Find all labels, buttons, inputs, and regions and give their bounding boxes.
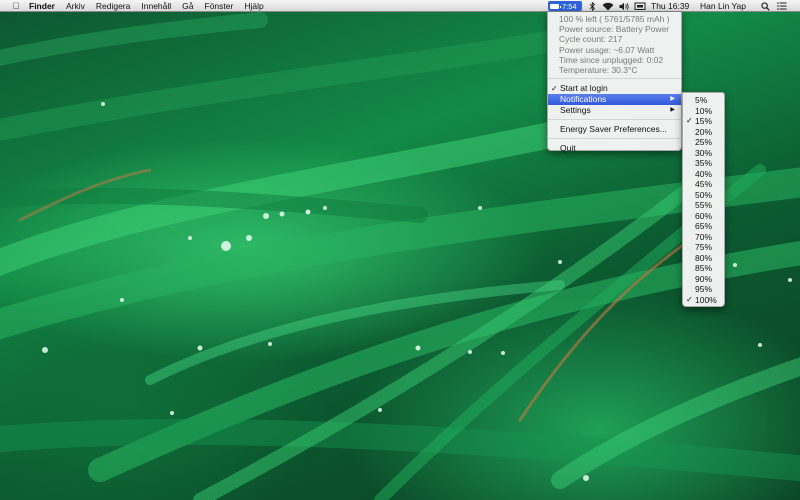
menu-ga[interactable]: Gå — [177, 0, 199, 12]
energy-saver-label: Energy Saver Preferences... — [560, 124, 667, 135]
submenu-item-30pct[interactable]: 30% — [683, 148, 724, 159]
submenu-item-label: 75% — [695, 242, 713, 252]
info-charge-left: 100 % left ( 5761/5785 mAh ) — [559, 14, 670, 24]
submenu-item-50pct[interactable]: 50% — [683, 190, 724, 201]
submenu-item-55pct[interactable]: 55% — [683, 200, 724, 211]
start-at-login-label: Start at login — [560, 83, 608, 94]
submenu-item-5pct[interactable]: 5% — [683, 95, 724, 106]
display-icon[interactable] — [633, 0, 647, 12]
submenu-item-label: 65% — [695, 221, 713, 231]
menu-bar:  Finder Arkiv Redigera Innehåll Gå Föns… — [0, 0, 800, 12]
submenu-item-25pct[interactable]: 25% — [683, 137, 724, 148]
battery-info-block: 100 % left ( 5761/5785 mAh ) Power sourc… — [548, 12, 681, 75]
submenu-item-label: 20% — [695, 126, 713, 137]
menu-innehall[interactable]: Innehåll — [136, 0, 177, 12]
submenu-item-label: 35% — [695, 158, 713, 168]
user-name[interactable]: Han Lin Yap — [700, 0, 746, 12]
submenu-item-label: 100% — [695, 294, 717, 305]
checkmark-icon: ✓ — [551, 84, 558, 94]
submenu-item-65pct[interactable]: 65% — [683, 221, 724, 232]
submenu-item-85pct[interactable]: 85% — [683, 263, 724, 274]
notifications-submenu: 5% 10% ✓ 15% 20% 25% 30% 35% 40% 45% 50% 55% 60% 65% 7… — [682, 92, 725, 307]
info-power-usage: Power usage: ~6.07 Watt — [559, 44, 655, 55]
submenu-item-label: 30% — [695, 147, 713, 158]
submenu-item-label: 80% — [695, 252, 713, 263]
menu-item-quit[interactable]: Quit — [548, 143, 681, 154]
menu-item-notifications[interactable]: Notifications ▶ — [548, 94, 681, 106]
checkmark-icon: ✓ — [686, 116, 693, 125]
info-time-since-unplugged: Time since unplugged: 0:02 — [559, 54, 664, 65]
submenu-item-label: 70% — [695, 231, 713, 242]
submenu-arrow-icon: ▶ — [670, 107, 675, 114]
submenu-item-20pct[interactable]: 20% — [683, 127, 724, 138]
submenu-item-90pct[interactable]: 90% — [683, 274, 724, 285]
submenu-item-label: 55% — [695, 200, 713, 210]
menu-item-energy-saver[interactable]: Energy Saver Preferences... — [548, 124, 681, 135]
settings-label: Settings — [560, 105, 591, 116]
submenu-item-45pct[interactable]: 45% — [683, 179, 724, 190]
submenu-item-10pct[interactable]: 10% — [683, 106, 724, 117]
submenu-item-label: 15% — [695, 116, 713, 126]
submenu-item-label: 95% — [695, 284, 713, 294]
submenu-arrow-icon: ▶ — [670, 96, 675, 103]
wifi-icon[interactable] — [601, 0, 615, 12]
menu-hjalp[interactable]: Hjälp — [239, 0, 269, 12]
battery-status-button[interactable]: 7:54 — [548, 1, 582, 11]
menu-finder[interactable]: Finder — [23, 0, 60, 12]
info-cycle-count: Cycle count: 217 — [559, 34, 623, 45]
submenu-item-label: 85% — [695, 263, 713, 273]
submenu-item-label: 50% — [695, 189, 713, 200]
quit-label: Quit — [560, 143, 576, 154]
submenu-item-label: 40% — [695, 168, 713, 179]
battery-time-label: 7:54 — [562, 1, 577, 11]
menu-separator — [548, 119, 681, 121]
menu-fonster[interactable]: Fönster — [199, 0, 239, 12]
submenu-item-label: 45% — [695, 179, 713, 189]
menu-item-settings[interactable]: Settings ▶ — [548, 105, 681, 116]
submenu-item-label: 10% — [695, 105, 713, 116]
submenu-item-label: 25% — [695, 137, 713, 147]
submenu-item-label: 5% — [695, 95, 708, 105]
submenu-item-70pct[interactable]: 70% — [683, 232, 724, 243]
info-temperature: Temperature: 30.3°C — [559, 64, 638, 75]
submenu-item-label: 90% — [695, 273, 713, 284]
bluetooth-icon[interactable] — [586, 0, 598, 12]
spotlight-search-icon[interactable] — [759, 0, 771, 12]
submenu-item-40pct[interactable]: 40% — [683, 169, 724, 180]
menu-separator — [548, 78, 681, 80]
clock[interactable]: Thu 16:39 — [651, 0, 689, 12]
battery-icon — [550, 3, 561, 9]
submenu-item-label: 60% — [695, 210, 713, 221]
info-power-source: Power source: Battery Power — [559, 24, 670, 35]
battery-dropdown-menu: 100 % left ( 5761/5785 mAh ) Power sourc… — [547, 12, 682, 154]
menu-item-start-at-login[interactable]: ✓ Start at login — [548, 83, 681, 94]
submenu-item-100pct[interactable]: ✓ 100% — [683, 295, 724, 306]
submenu-item-35pct[interactable]: 35% — [683, 158, 724, 169]
submenu-item-95pct[interactable]: 95% — [683, 284, 724, 295]
volume-icon[interactable] — [618, 0, 630, 12]
submenu-item-75pct[interactable]: 75% — [683, 242, 724, 253]
apple-icon[interactable]:  — [9, 1, 23, 11]
notification-list-icon[interactable] — [776, 0, 788, 12]
submenu-item-80pct[interactable]: 80% — [683, 253, 724, 264]
menu-arkiv[interactable]: Arkiv — [60, 0, 90, 12]
checkmark-icon: ✓ — [686, 294, 693, 304]
submenu-item-15pct[interactable]: ✓ 15% — [683, 116, 724, 127]
submenu-item-60pct[interactable]: 60% — [683, 211, 724, 222]
menu-separator — [548, 138, 681, 140]
notifications-label: Notifications — [560, 94, 607, 105]
menu-redigera[interactable]: Redigera — [90, 0, 136, 12]
